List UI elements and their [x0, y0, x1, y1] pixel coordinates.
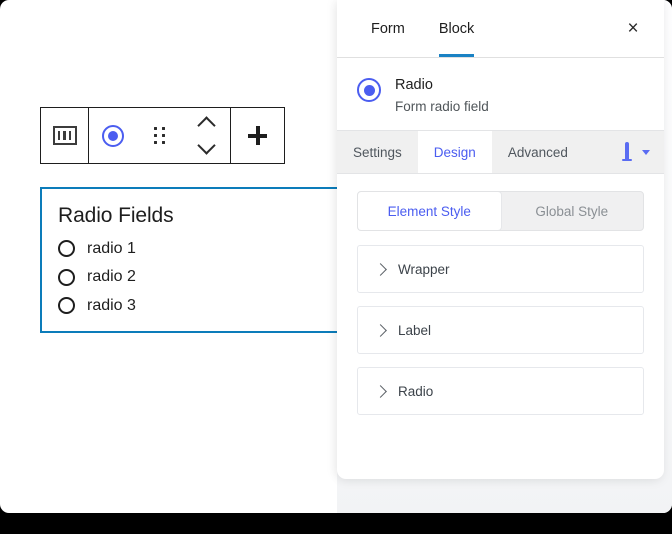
move-block-button[interactable]	[183, 108, 230, 163]
radio-selected-icon	[357, 78, 381, 102]
screenshot-root: Radio Fields radio 1 radio 2 radio 3 For…	[0, 0, 672, 534]
plus-icon	[248, 126, 267, 145]
tab-form[interactable]: Form	[354, 0, 422, 57]
block-type-button[interactable]	[41, 108, 88, 163]
subtab-settings[interactable]: Settings	[337, 131, 418, 173]
subtab-design[interactable]: Design	[417, 131, 492, 173]
subtab-spacer	[584, 131, 611, 173]
radio-unchecked-icon[interactable]	[58, 268, 75, 286]
inspector-panel: Form Block × Radio Form radio field Sett…	[337, 0, 664, 479]
accordion-item-label[interactable]: Label	[357, 306, 644, 354]
subtab-advanced[interactable]: Advanced	[492, 131, 584, 173]
style-accordion-list: Wrapper Label Radio	[337, 245, 664, 415]
inspector-tab-bar: Form Block ×	[337, 0, 664, 58]
chevron-down-icon	[197, 136, 216, 155]
desktop-monitor-icon	[617, 141, 637, 161]
toolbar-group-block-type	[41, 108, 88, 163]
tab-block[interactable]: Block	[422, 0, 491, 57]
block-identity: Radio Form radio field	[337, 58, 664, 130]
block-title: Radio Fields	[58, 204, 174, 227]
block-identity-text: Radio Form radio field	[395, 77, 489, 114]
radio-block-icon-button[interactable]	[89, 108, 136, 163]
chevron-up-icon	[197, 116, 216, 135]
toolbar-group-add	[230, 108, 284, 163]
style-scope-toggle: Element Style Global Style	[357, 191, 644, 231]
block-toolbar	[40, 107, 285, 164]
selected-radio-block[interactable]: Radio Fields radio 1 radio 2 radio 3	[40, 187, 352, 333]
toolbar-group-block-controls	[88, 108, 230, 163]
form-block-icon	[52, 126, 77, 145]
chevron-down-icon	[642, 149, 650, 155]
radio-option-label: radio 1	[87, 240, 136, 258]
add-block-button[interactable]	[231, 108, 284, 163]
block-identity-description: Form radio field	[395, 99, 489, 114]
block-identity-title: Radio	[395, 77, 433, 93]
element-style-button[interactable]: Element Style	[358, 192, 501, 230]
drag-handle-button[interactable]	[136, 108, 183, 163]
chevron-right-icon	[374, 323, 387, 337]
accordion-label: Label	[398, 322, 432, 338]
radio-option-label: radio 3	[87, 296, 136, 314]
accordion-label: Radio	[398, 383, 434, 399]
radio-option-row[interactable]: radio 2	[58, 267, 334, 286]
accordion-item-wrapper[interactable]: Wrapper	[357, 245, 644, 293]
radio-option-row[interactable]: radio 1	[58, 239, 334, 258]
style-scope-toggle-wrap: Element Style Global Style	[337, 174, 664, 245]
global-style-button[interactable]: Global Style	[501, 192, 644, 230]
radio-option-label: radio 2	[87, 268, 136, 286]
accordion-label: Wrapper	[398, 261, 450, 277]
radio-unchecked-icon[interactable]	[58, 296, 75, 314]
chevron-right-icon	[374, 384, 387, 398]
device-preview-button[interactable]	[611, 131, 664, 173]
drag-handle-icon	[154, 127, 165, 144]
inspector-subtab-bar: Settings Design Advanced	[337, 130, 664, 174]
accordion-item-radio[interactable]: Radio	[357, 367, 644, 415]
block-editor-area: Radio Fields radio 1 radio 2 radio 3	[0, 0, 352, 513]
radio-selected-icon	[101, 124, 124, 147]
close-icon[interactable]: ×	[616, 12, 650, 46]
chevron-right-icon	[374, 262, 387, 276]
radio-option-row[interactable]: radio 3	[58, 296, 334, 315]
radio-unchecked-icon[interactable]	[58, 240, 75, 258]
move-updown-icon	[197, 116, 216, 155]
app-canvas: Radio Fields radio 1 radio 2 radio 3 For…	[0, 0, 672, 513]
